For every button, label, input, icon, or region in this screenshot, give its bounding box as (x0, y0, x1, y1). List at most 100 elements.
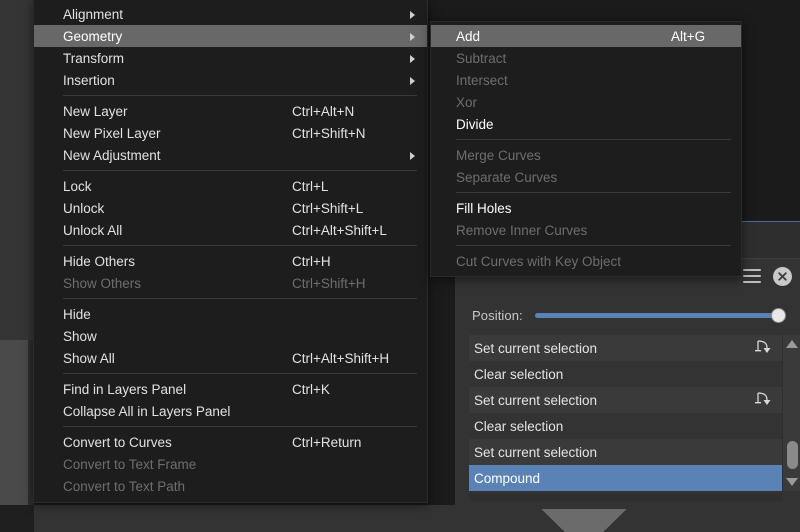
menu-item-shortcut: Ctrl+H (292, 253, 331, 269)
menu-separator (456, 192, 731, 193)
history-item-label: Set current selection (474, 340, 598, 356)
history-item-label: Clear selection (474, 366, 564, 382)
menu-item-label: Intersect (456, 72, 508, 88)
background-status-bar-left (0, 505, 34, 532)
position-slider[interactable] (534, 307, 786, 323)
menu-item-new-layer[interactable]: New Layer Ctrl+Alt+N (34, 100, 427, 122)
menu-item-label: New Pixel Layer (63, 125, 161, 141)
history-list-item[interactable]: Clear selection (469, 413, 782, 439)
menu-item-convert-to-curves[interactable]: Convert to Curves Ctrl+Return (34, 431, 427, 453)
menu-item-merge-curves: Merge Curves (431, 144, 741, 166)
menu-item-shortcut: Ctrl+Alt+Shift+H (292, 350, 390, 366)
menu-item-xor: Xor (431, 91, 741, 113)
chevron-right-icon (410, 11, 415, 19)
menu-item-geometry[interactable]: Geometry (34, 25, 427, 47)
position-label: Position: (472, 307, 523, 323)
menu-item-add[interactable]: Add Alt+G (431, 25, 741, 47)
menu-item-show-all[interactable]: Show All Ctrl+Alt+Shift+H (34, 347, 427, 369)
menu-item-remove-inner-curves: Remove Inner Curves (431, 219, 741, 241)
menu-item-label: New Adjustment (63, 147, 161, 163)
menu-item-fill-holes[interactable]: Fill Holes (431, 197, 741, 219)
position-slider-track (534, 312, 785, 318)
history-item-label: Compound (474, 470, 541, 486)
menu-item-label: Show Others (63, 275, 142, 291)
menu-item-label: Show (63, 328, 97, 344)
menu-item-insertion[interactable]: Insertion (34, 69, 427, 91)
chevron-right-icon (410, 77, 415, 85)
menu-item-label: New Layer (63, 103, 128, 119)
menu-item-divide[interactable]: Divide (431, 113, 741, 135)
menu-item-hide[interactable]: Hide (34, 303, 427, 325)
menu-separator (63, 170, 417, 171)
menu-item-shortcut: Ctrl+Shift+L (292, 200, 364, 216)
menu-item-hide-others[interactable]: Hide Others Ctrl+H (34, 250, 427, 272)
menu-item-lock[interactable]: Lock Ctrl+L (34, 175, 427, 197)
menu-item-label: Convert to Text Path (63, 478, 186, 494)
menu-item-label: Unlock All (63, 222, 123, 238)
menu-item-label: Alignment (63, 6, 124, 22)
chevron-right-icon (410, 33, 415, 41)
history-item-label: Set current selection (474, 392, 598, 408)
menu-item-collapse-all-in-layers-panel[interactable]: Collapse All in Layers Panel (34, 400, 427, 422)
menu-separator (63, 245, 417, 246)
chevron-right-icon (410, 55, 415, 63)
history-list[interactable]: Set current selection Clear selection Set … (469, 335, 782, 491)
menu-separator (63, 95, 417, 96)
hamburger-menu-icon[interactable] (743, 269, 761, 283)
menu-item-new-adjustment[interactable]: New Adjustment (34, 144, 427, 166)
history-list-scrollbar[interactable] (782, 335, 800, 491)
menu-item-shortcut: Ctrl+K (292, 381, 330, 397)
close-icon[interactable] (773, 266, 792, 286)
menu-item-label: Separate Curves (456, 169, 558, 185)
position-slider-knob[interactable] (770, 307, 786, 323)
menu-separator (456, 139, 731, 140)
scroll-up-icon[interactable] (783, 336, 800, 352)
history-list-item[interactable]: Compound (469, 465, 782, 491)
menu-item-shortcut: Ctrl+Alt+N (292, 103, 355, 119)
menu-item-alignment[interactable]: Alignment (34, 3, 427, 25)
menu-separator (456, 245, 731, 246)
menu-item-new-pixel-layer[interactable]: New Pixel Layer Ctrl+Shift+N (34, 122, 427, 144)
chevron-right-icon (410, 152, 415, 160)
menu-item-unlock-all[interactable]: Unlock All Ctrl+Alt+Shift+L (34, 219, 427, 241)
menu-item-label: Hide Others (63, 253, 136, 269)
menu-item-intersect: Intersect (431, 69, 741, 91)
menu-item-label: Lock (63, 178, 92, 194)
background-status-bar (34, 505, 800, 532)
geometry-submenu[interactable]: Add Alt+G Subtract Intersect Xor Divide Merge … (430, 21, 742, 277)
menu-item-separate-curves: Separate Curves (431, 166, 741, 188)
scrollbar-thumb[interactable] (787, 441, 798, 469)
menu-item-label: Cut Curves with Key Object (456, 253, 622, 269)
history-list-item[interactable]: Set current selection (469, 439, 782, 465)
menu-item-label: Xor (456, 94, 478, 110)
menu-separator (63, 426, 417, 427)
menu-item-label: Collapse All in Layers Panel (63, 403, 231, 419)
history-panel: Position: Set current selection Clear sel… (455, 258, 800, 509)
menu-item-convert-to-text-frame: Convert to Text Frame (34, 453, 427, 475)
layer-context-menu[interactable]: Alignment Geometry Transform Insertion New L… (33, 0, 428, 503)
background-left-panel (0, 340, 28, 532)
history-list-hscroll[interactable] (469, 493, 782, 501)
menu-item-label: Convert to Curves (63, 434, 172, 450)
menu-item-show[interactable]: Show (34, 325, 427, 347)
menu-item-transform[interactable]: Transform (34, 47, 427, 69)
scroll-down-icon[interactable] (783, 474, 800, 490)
menu-item-label: Insertion (63, 72, 115, 88)
history-list-item[interactable]: Set current selection (469, 335, 782, 361)
menu-item-shortcut: Ctrl+Return (292, 434, 362, 450)
menu-item-label: Subtract (456, 50, 507, 66)
history-list-item[interactable]: Clear selection (469, 361, 782, 387)
menu-item-label: Convert to Text Frame (63, 456, 197, 472)
menu-item-label: Add (456, 28, 481, 44)
menu-item-shortcut: Ctrl+Shift+H (292, 275, 366, 291)
menu-item-find-in-layers-panel[interactable]: Find in Layers Panel Ctrl+K (34, 378, 427, 400)
history-list-item[interactable]: Set current selection (469, 387, 782, 413)
history-item-label: Set current selection (474, 444, 598, 460)
menu-item-subtract: Subtract (431, 47, 741, 69)
menu-item-label: Unlock (63, 200, 105, 216)
menu-item-shortcut: Ctrl+Alt+Shift+L (292, 222, 387, 238)
menu-item-shortcut: Ctrl+L (292, 178, 329, 194)
menu-item-shortcut: Alt+G (671, 28, 706, 44)
menu-item-label: Merge Curves (456, 147, 541, 163)
menu-item-unlock[interactable]: Unlock Ctrl+Shift+L (34, 197, 427, 219)
